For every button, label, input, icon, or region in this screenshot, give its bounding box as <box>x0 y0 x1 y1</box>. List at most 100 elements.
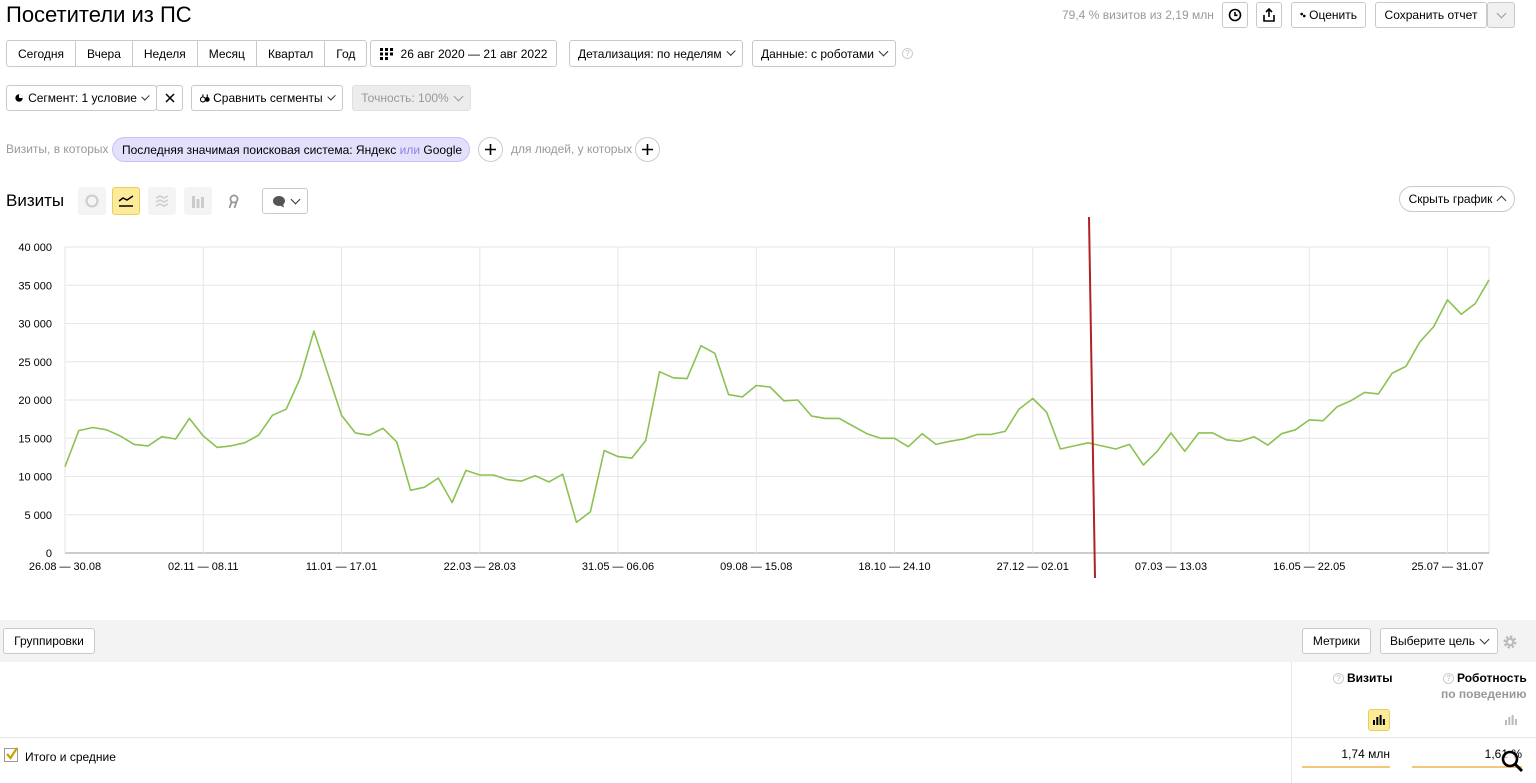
y-tick-label: 0 <box>46 548 52 560</box>
save-report-button[interactable]: Сохранить отчет <box>1375 2 1487 28</box>
sample-info: 79,4 % визитов из 2,19 млн <box>1062 8 1214 22</box>
page-title: Посетители из ПС <box>6 2 192 27</box>
groupings-label: Группировки <box>14 634 84 648</box>
share-icon <box>1263 8 1275 22</box>
goal-dropdown[interactable]: Выберите цель <box>1380 628 1498 654</box>
save-report-label: Сохранить отчет <box>1384 8 1478 22</box>
y-tick-label: 25 000 <box>18 357 52 369</box>
visits-series-line <box>64 279 1490 524</box>
plus-icon <box>642 144 653 155</box>
segment-label: Сегмент: 1 условие <box>28 91 137 105</box>
totals-checkbox[interactable] <box>4 747 18 762</box>
accuracy-dropdown[interactable]: Точность: 100% <box>352 85 471 111</box>
add-people-condition-button[interactable] <box>635 137 660 162</box>
plus-icon <box>485 144 496 155</box>
filter-chip-value: Google <box>423 142 463 157</box>
date-range-label: 26 авг 2020 — 21 авг 2022 <box>400 46 548 61</box>
filter-chip-condition: Последняя значимая поисковая система: Ян… <box>122 142 397 157</box>
period-yesterday[interactable]: Вчера <box>76 41 133 66</box>
help-icon[interactable]: ? <box>1333 672 1344 684</box>
robot-column-sublabel: по поведению <box>1441 687 1527 701</box>
metrics-button[interactable]: Метрики <box>1302 628 1371 654</box>
date-range-button[interactable]: 26 авг 2020 — 21 авг 2022 <box>370 40 557 67</box>
y-tick-label: 5 000 <box>24 510 52 522</box>
red-annotation-line <box>1088 216 1096 579</box>
calendar-icon <box>379 47 393 60</box>
detail-label: Детализация: по неделям <box>578 46 722 61</box>
period-week[interactable]: Неделя <box>133 41 198 66</box>
close-icon <box>164 93 175 103</box>
data-label: Данные: с роботами <box>761 46 874 61</box>
x-tick-label: 11.01 — 17.01 <box>306 561 377 573</box>
period-month[interactable]: Месяц <box>198 41 257 66</box>
x-tick-label: 18.10 — 24.10 <box>858 561 930 573</box>
y-tick-label: 35 000 <box>18 280 52 292</box>
groupings-button[interactable]: Группировки <box>3 628 95 654</box>
rate-button[interactable]: Оценить <box>1291 2 1366 28</box>
y-tick-label: 10 000 <box>18 472 52 484</box>
filter-chip-or: или <box>399 142 421 157</box>
totals-label: Итого и средние <box>25 750 116 764</box>
x-tick-label: 27.12 — 02.01 <box>997 561 1069 573</box>
x-tick-label: 09.08 — 15.08 <box>720 561 792 573</box>
x-tick-label: 16.05 — 22.05 <box>1273 561 1345 573</box>
table-settings-button[interactable] <box>1502 634 1518 650</box>
period-quarter[interactable]: Квартал <box>257 41 326 66</box>
people-filter-prefix: для людей, у которых <box>511 142 633 156</box>
pie-icon <box>15 94 23 102</box>
export-button[interactable] <box>1256 2 1282 28</box>
total-visits-value: 1,74 млн <box>1341 747 1390 761</box>
metrics-label: Метрики <box>1312 634 1361 648</box>
chevron-down-icon <box>141 91 150 101</box>
checkmark-icon <box>6 747 18 760</box>
y-tick-label: 40 000 <box>18 242 52 254</box>
visits-chart-toggle[interactable] <box>1368 709 1390 731</box>
goal-label: Выберите цель <box>1389 634 1476 648</box>
robot-chart-toggle[interactable] <box>1500 709 1522 731</box>
period-today[interactable]: Сегодня <box>7 41 76 66</box>
gear-icon <box>1503 635 1517 649</box>
search-icon[interactable] <box>1500 749 1528 777</box>
period-year[interactable]: Год <box>325 41 366 66</box>
x-tick-label: 25.07 — 31.07 <box>1411 561 1483 573</box>
chevron-down-icon <box>878 46 889 57</box>
y-tick-label: 30 000 <box>18 319 52 331</box>
period-selector: Сегодня Вчера Неделя Месяц Квартал Год <box>6 40 368 67</box>
visits-column-header[interactable]: ? Визиты <box>1333 671 1393 685</box>
y-tick-label: 20 000 <box>18 395 52 407</box>
data-dropdown[interactable]: Данные: с роботами <box>752 40 896 67</box>
compare-icon <box>200 94 210 103</box>
y-tick-label: 15 000 <box>18 433 52 445</box>
x-tick-label: 22.03 — 28.03 <box>444 561 516 573</box>
bar-chart-icon <box>1505 715 1517 725</box>
metrics-column-divider <box>1291 662 1292 783</box>
visits-line-chart: 0 5 000 10 000 15 000 20 000 25 000 30 000 35 0… <box>18 216 1490 579</box>
save-options-button[interactable] <box>1487 2 1515 28</box>
table-header-area <box>0 662 1536 738</box>
segment-clear-button[interactable] <box>156 85 183 111</box>
segment-dropdown[interactable]: Сегмент: 1 условие <box>6 85 157 111</box>
robot-column-header[interactable]: ? Роботность <box>1443 671 1527 685</box>
help-icon[interactable]: ? <box>902 48 913 59</box>
add-visit-condition-button[interactable] <box>478 137 503 162</box>
chevron-down-icon <box>1496 8 1506 18</box>
chevron-down-icon <box>326 91 336 101</box>
chevron-down-icon <box>453 91 464 101</box>
accuracy-label: Точность: 100% <box>361 91 449 105</box>
chevron-down-icon <box>726 46 736 57</box>
compare-segments-dropdown[interactable]: Сравнить сегменты <box>191 85 343 111</box>
rate-label: Оценить <box>1309 8 1357 22</box>
x-tick-label: 02.11 — 08.11 <box>168 561 239 573</box>
x-tick-label: 07.03 — 13.03 <box>1135 561 1207 573</box>
detail-dropdown[interactable]: Детализация: по неделям <box>569 40 743 67</box>
bar-chart-icon <box>1373 715 1385 725</box>
rate-icon <box>1300 12 1306 18</box>
x-tick-label: 26.08 — 30.08 <box>29 561 101 573</box>
x-tick-label: 31.05 — 06.06 <box>582 561 654 573</box>
filter-chip[interactable]: Последняя значимая поисковая система: Ян… <box>112 137 470 162</box>
chevron-down-icon <box>1479 634 1490 644</box>
total-visits-bar <box>1302 766 1390 768</box>
help-icon[interactable]: ? <box>1443 672 1454 684</box>
history-button[interactable] <box>1222 2 1248 28</box>
visits-filter-prefix: Визиты, в которых <box>6 142 109 156</box>
